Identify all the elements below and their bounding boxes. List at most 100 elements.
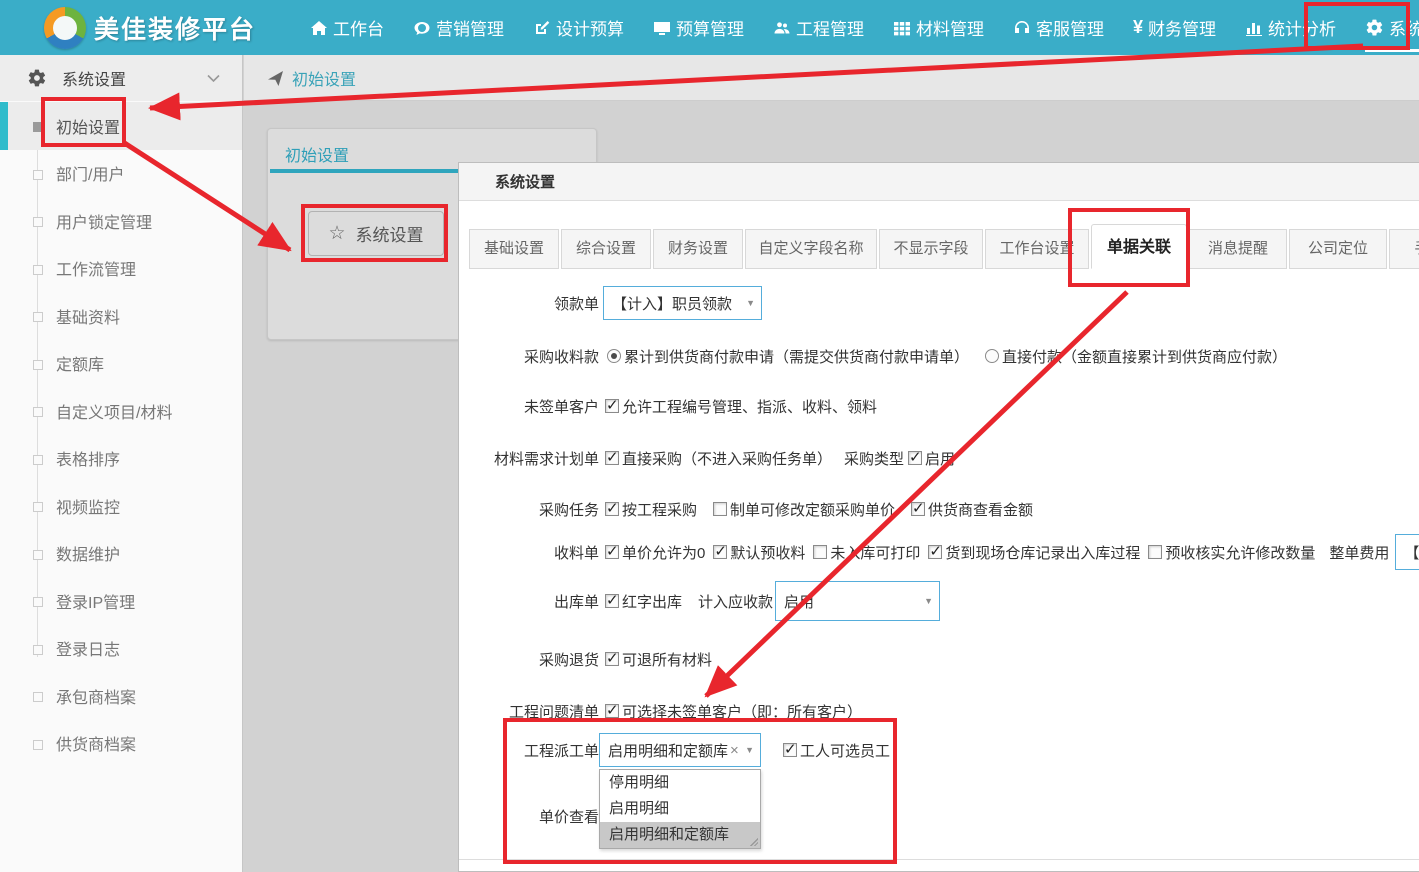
checkbox-direct-purchase[interactable] (605, 451, 619, 465)
sidebar-item-supplier-files[interactable]: 供货商档案 (0, 720, 242, 768)
tab-general-settings[interactable]: 综合设置 (561, 229, 651, 269)
checkbox-red-outbound[interactable] (605, 594, 619, 608)
checkbox-site-warehouse-record[interactable] (928, 545, 942, 559)
nav-item-label: 统计分析 (1268, 15, 1336, 40)
gear-icon (1365, 18, 1384, 37)
nav-item-label: 工作台 (333, 15, 384, 40)
checkbox-print-before-storage[interactable] (813, 545, 827, 559)
nav-item-marketing[interactable]: 营销管理 (413, 0, 504, 55)
checkbox-select-unsigned-customer[interactable] (605, 704, 619, 718)
sidebar-item-initial-settings[interactable]: 初始设置 (0, 102, 242, 150)
field-label: 工程派工单 (459, 740, 599, 761)
checkbox-allow-project-number[interactable] (605, 399, 619, 413)
sidebar-item-label: 定额库 (56, 351, 104, 375)
sidebar-header-system-settings[interactable]: 系统设置 (0, 55, 242, 101)
remove-tag-icon[interactable]: × (730, 742, 739, 759)
sidebar-item-table-sort[interactable]: 表格排序 (0, 435, 242, 483)
sidebar-item-login-ip[interactable]: 登录IP管理 (0, 577, 242, 625)
nav-item-system-settings[interactable]: 系统设置 (1365, 0, 1419, 55)
option-label: 直接采购（不进入采购任务单） (622, 448, 832, 469)
form-row-receiving: 收料单 单价允许为0 默认预收料 未入库可打印 货到现场仓库记录出入库过程 预收… (459, 534, 1419, 570)
radio-accumulate-payment[interactable] (607, 349, 621, 363)
tab-document-relations[interactable]: 单据关联 (1091, 224, 1187, 269)
option-label: 货到现场仓库记录出入库过程 (945, 542, 1140, 563)
gear-icon (27, 68, 47, 88)
checkbox-modify-quota-price[interactable] (713, 502, 727, 516)
option-label: 累计到供货商付款申请（需提交供货商付款申请单） (624, 346, 969, 367)
checkbox-verify-modify-quantity[interactable] (1148, 545, 1162, 559)
nav-item-label: 客服管理 (1036, 15, 1104, 40)
option-label: 工人可选员工 (800, 740, 890, 761)
tab-company-location[interactable]: 公司定位 (1289, 229, 1387, 269)
sidebar-item-basic-data[interactable]: 基础资料 (0, 292, 242, 340)
breadcrumb: 初始设置 (244, 55, 1419, 101)
checkbox-purchase-by-project[interactable] (605, 502, 619, 516)
sidebar-item-quota-library[interactable]: 定额库 (0, 340, 242, 388)
tab-workbench-settings[interactable]: 工作台设置 (985, 229, 1089, 269)
option-label: 未入库可打印 (830, 542, 920, 563)
headset-icon (1013, 19, 1031, 37)
tab-custom-fields[interactable]: 自定义字段名称 (745, 229, 877, 269)
sidebar-item-departments-users[interactable]: 部门/用户 (0, 150, 242, 198)
select-value: 【计入 (1404, 542, 1419, 563)
home-icon (310, 19, 328, 37)
form-row-outbound: 出库单 红字出库 计入应收款 启用 ▼ (459, 581, 940, 621)
caret-down-icon: ▼ (746, 298, 755, 308)
checkbox-return-all-materials[interactable] (605, 652, 619, 666)
sidebar-item-label: 用户锁定管理 (56, 209, 152, 233)
sidebar: 系统设置 初始设置 部门/用户 用户锁定管理 工作流管理 基础资料 定额库 自定… (0, 55, 243, 872)
form-row-unit-price-view: 单价查看 (459, 806, 599, 826)
field-label: 采购退货 (459, 649, 599, 670)
checkbox-purchase-type-enabled[interactable] (908, 451, 922, 465)
nav-item-budget[interactable]: 预算管理 (653, 0, 744, 55)
brand-logo-icon (44, 7, 86, 49)
nav-item-customer-service[interactable]: 客服管理 (1013, 0, 1104, 55)
sidebar-item-label: 部门/用户 (56, 161, 124, 185)
sidebar-item-data-maintenance[interactable]: 数据维护 (0, 530, 242, 578)
field-label: 单价查看 (459, 806, 599, 827)
receivable-select[interactable]: 启用 ▼ (775, 581, 940, 621)
whole-order-fee-select[interactable]: 【计入 (1395, 534, 1419, 570)
nav-item-engineering[interactable]: 工程管理 (773, 0, 864, 55)
radio-direct-payment[interactable] (985, 349, 999, 363)
sidebar-item-workflow[interactable]: 工作流管理 (0, 245, 242, 293)
tab-mobile[interactable]: 手机端 (1389, 229, 1419, 269)
option-label: 可退所有材料 (622, 649, 712, 670)
sidebar-item-custom-project-material[interactable]: 自定义项目/材料 (0, 387, 242, 435)
dispatch-detail-select[interactable]: 启用明细和定额库 × ▼ (599, 733, 761, 767)
brand-title: 美佳装修平台 (94, 10, 256, 46)
tab-initial-settings[interactable]: 初始设置 (285, 142, 349, 166)
withdrawal-type-select[interactable]: 【计入】职员领款 ▼ (603, 286, 762, 320)
tab-finance-settings[interactable]: 财务设置 (653, 229, 743, 269)
checkbox-default-pre-receive[interactable] (713, 545, 727, 559)
nav-item-design-budget[interactable]: 设计预算 (533, 0, 624, 55)
users-icon (773, 19, 791, 37)
dropdown-option-enable-detail[interactable]: 启用明细 (600, 796, 760, 822)
sidebar-item-label: 自定义项目/材料 (56, 399, 172, 423)
system-settings-button[interactable]: ☆ 系统设置 (308, 211, 444, 256)
dispatch-select-dropdown: 停用明细 启用明细 启用明细和定额库 (599, 769, 761, 849)
nav-item-workbench[interactable]: 工作台 (310, 0, 384, 55)
checkbox-price-zero[interactable] (605, 545, 619, 559)
grid-icon (893, 19, 911, 37)
field-label: 领款单 (459, 293, 599, 314)
sidebar-item-user-lock[interactable]: 用户锁定管理 (0, 197, 242, 245)
tab-hidden-fields[interactable]: 不显示字段 (879, 229, 983, 269)
nav-item-finance[interactable]: ¥ 财务管理 (1133, 0, 1216, 55)
sidebar-item-video-monitor[interactable]: 视频监控 (0, 482, 242, 530)
form-row-purchase-payment: 采购收料款 累计到供货商付款申请（需提交供货商付款申请单） 直接付款（金额直接累… (459, 346, 1289, 366)
dialog-title: 系统设置 (459, 163, 1419, 201)
tab-basic-settings[interactable]: 基础设置 (469, 229, 559, 269)
nav-item-statistics[interactable]: 统计分析 (1245, 0, 1336, 55)
form-row-unsigned-customer: 未签单客户 允许工程编号管理、指派、收料、领料 (459, 396, 879, 416)
checkbox-worker-select-employee[interactable] (783, 743, 797, 757)
nav-item-materials[interactable]: 材料管理 (893, 0, 984, 55)
sidebar-item-login-log[interactable]: 登录日志 (0, 625, 242, 673)
tab-message-reminder[interactable]: 消息提醒 (1189, 229, 1287, 269)
field-label: 材料需求计划单 (459, 448, 599, 469)
checkbox-supplier-view-amount[interactable] (911, 502, 925, 516)
dropdown-option-enable-detail-quota[interactable]: 启用明细和定额库 (600, 822, 760, 848)
sidebar-item-contractor-files[interactable]: 承包商档案 (0, 672, 242, 720)
dropdown-option-disable-detail[interactable]: 停用明细 (600, 770, 760, 796)
nav-item-label: 预算管理 (676, 15, 744, 40)
